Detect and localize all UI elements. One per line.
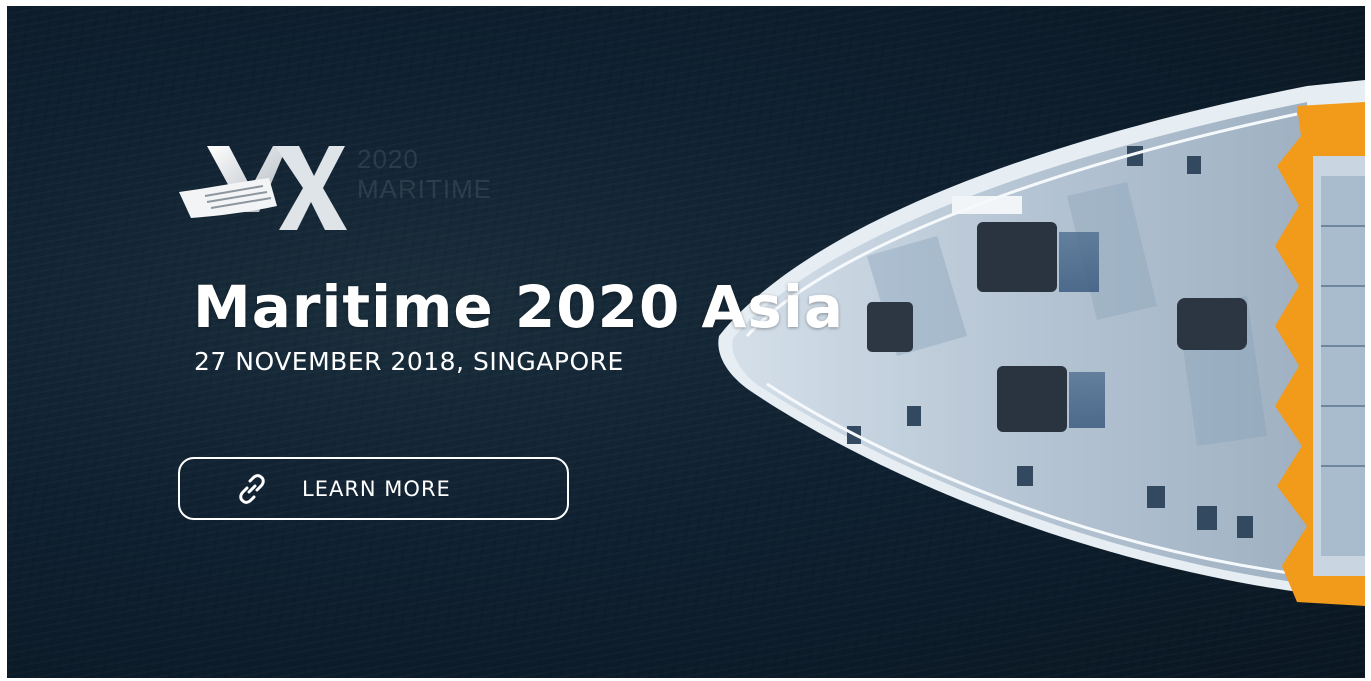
event-title: Maritime 2020 Asia	[193, 273, 844, 341]
logo-line-2: MARITIME	[357, 174, 493, 204]
link-icon	[239, 474, 265, 504]
event-date-location: 27 NOVEMBER 2018, SINGAPORE	[194, 347, 624, 376]
vx-ship-logo-icon	[179, 146, 347, 230]
logo-line-1: 2020	[357, 144, 419, 174]
ship-bow-image	[718, 80, 1365, 606]
logo-wordmark: 2020 MARITIME	[357, 144, 492, 204]
event-banner[interactable]: 2020 MARITIME Maritime 2020 Asia 27 NOVE…	[7, 6, 1365, 678]
maritime-logo: 2020 MARITIME	[179, 142, 539, 232]
learn-more-button[interactable]: LEARN MORE	[178, 457, 569, 520]
learn-more-label: LEARN MORE	[302, 477, 451, 501]
